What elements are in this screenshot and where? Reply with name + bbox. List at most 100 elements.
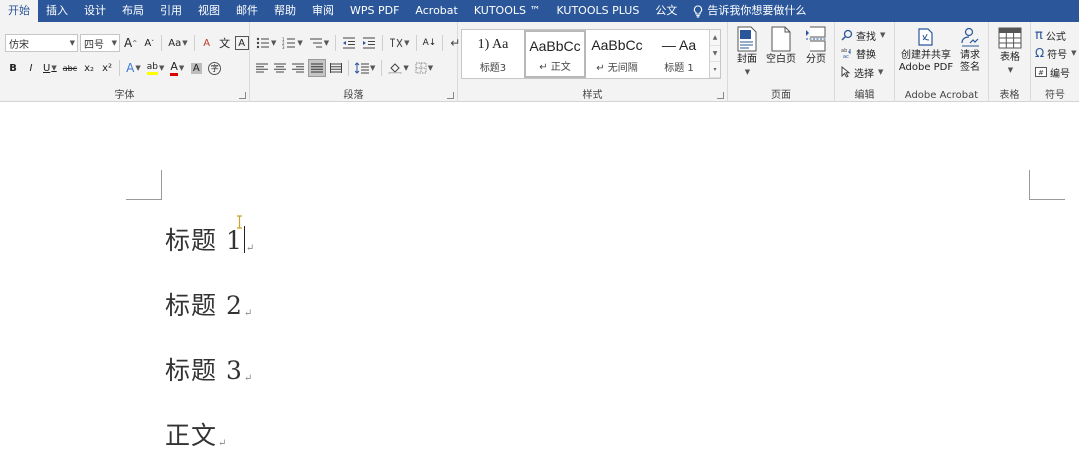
equation-button[interactable]: π 公式 — [1035, 27, 1066, 43]
document-paragraph-heading-3[interactable]: 标题 3↵ — [165, 351, 253, 387]
document-paragraph-heading-2[interactable]: 标题 2↵ — [165, 286, 253, 322]
superscript-button[interactable]: x² — [99, 59, 115, 77]
style-no-spacing[interactable]: AaBbCc ↵ 无间隔 — [586, 30, 648, 78]
multilevel-list-button[interactable]: ▼ — [307, 34, 331, 52]
font-name-value: 仿宋 — [9, 39, 29, 51]
document-paragraph-body[interactable]: 正文↵ — [165, 416, 227, 452]
increase-indent-button[interactable] — [360, 34, 378, 52]
scroll-down-icon[interactable]: ▼ — [710, 46, 720, 62]
pages-group: 封面 ▼ 空白页 分页 页面 — [728, 22, 835, 102]
request-signature-button[interactable]: 请求 签名 — [955, 26, 985, 74]
paragraph-mark-icon: ↵ — [243, 373, 254, 384]
lightbulb-icon — [694, 4, 703, 18]
decrease-indent-button[interactable] — [340, 34, 358, 52]
subscript-button[interactable]: x₂ — [81, 59, 97, 77]
tab-view[interactable]: 视图 — [190, 0, 228, 22]
symbols-group: π 公式 Ω 符号 ▼ # 编号 符号 — [1031, 22, 1079, 102]
tab-review[interactable]: 审阅 — [304, 0, 342, 22]
style-heading-1[interactable]: — Aa 标题 1 — [648, 30, 710, 78]
select-button[interactable]: 选择 ▼ — [841, 64, 883, 80]
align-right-button[interactable] — [290, 59, 306, 77]
scroll-up-icon[interactable]: ▲ — [710, 30, 720, 46]
distributed-button[interactable] — [328, 59, 344, 77]
blank-page-button[interactable]: 空白页 — [764, 26, 798, 66]
numbering-insert-button[interactable]: # 编号 — [1035, 64, 1070, 80]
create-share-pdf-button[interactable]: 创建并共享 Adobe PDF — [898, 26, 954, 74]
tab-design[interactable]: 设计 — [76, 0, 114, 22]
font-size-select[interactable]: 四号 ▼ — [80, 34, 120, 52]
style-sample: AaBbCc — [591, 37, 643, 53]
numbering-button[interactable]: 1 2 3 ▼ — [280, 34, 304, 52]
tab-references[interactable]: 引用 — [152, 0, 190, 22]
grow-font-button[interactable]: A ^ — [122, 34, 139, 52]
shrink-font-button[interactable]: Aˇ — [141, 34, 157, 52]
bold-button[interactable]: B — [5, 59, 21, 77]
page-break-label: 分页 — [806, 54, 826, 65]
replace-button[interactable]: ab ac 替换 — [841, 45, 876, 61]
highlight-button[interactable]: ab ▼ — [145, 59, 167, 77]
font-dialog-launcher-icon[interactable] — [239, 92, 246, 99]
styles-dialog-launcher-icon[interactable] — [717, 92, 724, 99]
style-heading-3[interactable]: 1) Aa 标题3 — [462, 30, 524, 78]
page-corner-marker-top-right — [1029, 170, 1065, 200]
character-border-button[interactable]: A — [234, 36, 249, 50]
chinese-layout-button[interactable]: ▼ — [387, 34, 411, 52]
style-sample: 1) Aa — [477, 37, 509, 52]
phonetic-guide-icon: 文 — [219, 37, 231, 50]
line-spacing-button[interactable]: ▼ — [353, 59, 377, 77]
paragraph-text: 正文 — [165, 421, 218, 450]
borders-button[interactable]: ▼ — [413, 59, 435, 77]
document-canvas[interactable]: 标题 1 ↵ 标题 2↵ 标题 3↵ 正文↵ — [0, 103, 1079, 460]
tab-insert[interactable]: 插入 — [38, 0, 76, 22]
blank-page-icon — [771, 26, 791, 52]
paragraph-group-label: 段落 — [343, 90, 364, 101]
tab-help[interactable]: 帮助 — [266, 0, 304, 22]
cover-page-button[interactable]: 封面 ▼ — [734, 26, 760, 78]
tab-home[interactable]: 开始 — [0, 0, 38, 22]
change-case-button[interactable]: Aa ▼ — [166, 34, 189, 52]
shading-button[interactable]: ▼ — [386, 59, 410, 77]
font-color-button[interactable]: A ▼ — [168, 59, 186, 77]
signature-icon — [961, 27, 979, 47]
justify-button[interactable] — [308, 59, 326, 77]
paragraph-dialog-launcher-icon[interactable] — [447, 92, 454, 99]
tab-kutools[interactable]: KUTOOLS ™ — [466, 0, 549, 22]
tell-me-box[interactable]: 告诉我你想要做什么 — [685, 0, 814, 22]
tab-mailings[interactable]: 邮件 — [228, 0, 266, 22]
grow-font-icon: A — [124, 36, 133, 50]
tab-acrobat[interactable]: Acrobat — [407, 0, 465, 22]
tab-wps-pdf[interactable]: WPS PDF — [342, 0, 407, 22]
page-break-button[interactable]: 分页 — [802, 26, 830, 66]
sort-button[interactable]: A↓ — [421, 34, 439, 52]
clear-formatting-icon: A — [203, 37, 211, 49]
underline-icon: U — [43, 62, 51, 74]
more-styles-icon[interactable]: ▾ — [710, 62, 720, 78]
symbol-button[interactable]: Ω 符号 ▼ — [1035, 45, 1077, 61]
style-normal[interactable]: AaBbCc ↵ 正文 — [524, 30, 586, 78]
paint-bucket-icon — [389, 63, 402, 74]
tab-layout[interactable]: 布局 — [114, 0, 152, 22]
cover-page-icon — [737, 26, 757, 52]
font-name-select[interactable]: 仿宋 ▼ — [5, 34, 78, 52]
clear-formatting-button[interactable]: A — [199, 34, 215, 52]
align-left-button[interactable] — [254, 59, 270, 77]
table-button[interactable]: 表格 ▼ — [995, 26, 1025, 76]
phonetic-guide-button[interactable]: 文 — [217, 34, 233, 52]
strikethrough-icon: abc — [62, 63, 78, 73]
tab-kutools-plus[interactable]: KUTOOLS PLUS — [548, 0, 647, 22]
find-button[interactable]: 查找 ▼ — [841, 27, 885, 43]
bullets-button[interactable]: ▼ — [254, 34, 278, 52]
create-pdf-label-line2: Adobe PDF — [898, 62, 954, 73]
character-shading-button[interactable]: A — [188, 59, 204, 77]
tab-official-document[interactable]: 公文 — [647, 0, 685, 22]
italic-button[interactable]: I — [23, 59, 39, 77]
omega-icon: Ω — [1035, 46, 1045, 60]
enclose-characters-button[interactable]: 字 — [206, 59, 223, 77]
align-center-button[interactable] — [272, 59, 288, 77]
document-paragraph-heading-1[interactable]: 标题 1 ↵ — [165, 221, 255, 257]
text-effects-button[interactable]: A ▼ — [124, 59, 143, 77]
replace-label: 替换 — [856, 49, 876, 61]
strikethrough-button[interactable]: abc — [61, 59, 79, 77]
style-name: ↵ 无间隔 — [596, 63, 638, 74]
underline-button[interactable]: U ▼ — [41, 59, 59, 77]
